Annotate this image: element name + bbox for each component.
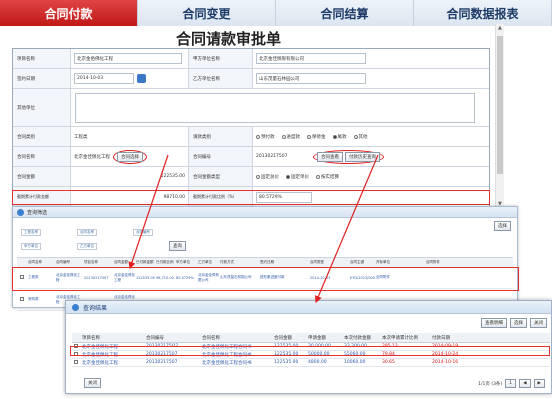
contract-name-value: 北京金佳佩化工程 (74, 154, 110, 160)
scroll-thumb[interactable] (497, 36, 503, 174)
select-button[interactable]: 选择 (510, 318, 527, 328)
scroll-up-icon[interactable]: ▲ (498, 25, 502, 31)
tab-contract-settlement[interactable]: 合同结算 (276, 0, 414, 26)
tab-contract-payment[interactable]: 合同付款 (0, 0, 138, 26)
party-a-label: 甲方单位名称 (189, 49, 253, 68)
form-row: 合同金额 122535.00 合同金额类型 固定总价 固定单价 按实结算 (13, 167, 489, 187)
dialog-title: 查询筛选 (27, 209, 48, 216)
form-row: 其他单位 (13, 89, 489, 127)
approval-form: 项目名称 北京金俗佛化工程 甲方单位名称 北京金佳佩限有限公司 签约日期 201… (12, 48, 490, 208)
party-b-label: 乙方单位名称 (189, 69, 253, 88)
select-contract-button[interactable]: 合同选择 (117, 151, 143, 162)
form-row: 签约日期 2014-10-03 乙方单位名称 山东茂量石林园公司 (13, 69, 489, 89)
view-contract-button[interactable]: 合同查看 (317, 151, 343, 162)
sign-date-label: 签约日期 (13, 69, 71, 88)
filter-party-a[interactable]: 甲方单位 (21, 242, 41, 250)
tab-contract-change[interactable]: 合同变更 (138, 0, 276, 26)
contract-name-label: 合同名称 (13, 147, 71, 166)
tab-contract-report[interactable]: 合同数据报表 (414, 0, 552, 26)
choose-button[interactable]: 选择 (494, 221, 511, 231)
contract-type-label: 合同类别 (13, 127, 71, 146)
pager-info: 1/1页 (3条) (478, 381, 503, 387)
radio-final[interactable]: 尾款 (332, 134, 347, 140)
filter-contract-no[interactable]: 合同编号 (133, 229, 153, 236)
highlight-selected-contract (12, 267, 519, 291)
radio-actual[interactable]: 按实结算 (316, 174, 339, 180)
filter-project-name[interactable]: 工程名称 (21, 229, 41, 236)
other-unit-label: 其他单位 (13, 89, 71, 126)
filter-party-b[interactable]: 乙方单位 (77, 242, 97, 250)
radio-warranty[interactable]: 保修金 (307, 134, 326, 140)
form-row: 项目名称 北京金俗佛化工程 甲方单位名称 北京金佳佩限有限公司 (13, 49, 489, 69)
close-button[interactable]: 关闭 (530, 318, 547, 328)
dialog-icon (17, 208, 24, 216)
table-row[interactable]: 北京金佳佩化工程 20130217507 北京金佳佩化工程合同书 122535.00 4… (72, 359, 550, 367)
dialog-title: 查询结果 (83, 304, 108, 312)
highlight-payment-row (70, 346, 550, 356)
contract-select-dialog: 查询筛选 选择 工程名称 合同名称 合同编号 甲方单位 乙方单位 查询 合同名称… (12, 206, 518, 311)
amount-type-label: 合同金额类型 (189, 167, 253, 186)
query-button[interactable]: 查询 (169, 241, 186, 251)
contract-type-value: 工程类 (74, 134, 88, 140)
radio-fixed-unit[interactable]: 固定单价 (286, 174, 309, 180)
filter-contract-name[interactable]: 合同名称 (77, 229, 97, 236)
calendar-icon[interactable] (137, 74, 146, 83)
party-a-field[interactable]: 北京金佳佩限有限公司 (256, 53, 366, 64)
amount-type-radios: 固定总价 固定单价 按实结算 (253, 167, 489, 186)
payment-history-button[interactable]: 付款历史查询 (345, 151, 380, 162)
contract-amount-label: 合同金额 (13, 167, 71, 186)
radio-fixed-total[interactable]: 固定总价 (256, 174, 279, 180)
project-name-field[interactable]: 北京金俗佛化工程 (74, 53, 182, 64)
contract-no-label: 合同编号 (189, 147, 253, 166)
dialog-toolbar: 查看明细 选择 关闭 (481, 318, 547, 328)
top-tabs: 合同付款 合同变更 合同结算 合同数据报表 (0, 0, 552, 26)
radio-other[interactable]: 其他 (353, 134, 368, 140)
page-input[interactable]: 1 (505, 379, 517, 388)
dialog-icon (72, 303, 79, 311)
next-page-button[interactable]: ▶ (533, 379, 545, 388)
pager: 1/1页 (3条) 1 ◀ ▶ (478, 379, 545, 388)
filter-row-2: 甲方单位 乙方单位 查询 (21, 241, 186, 251)
pay-type-radios: 预付款 进度款 保修金 尾款 其他 (253, 127, 489, 146)
contract-amount-value: 122535.00 (160, 174, 185, 179)
party-b-field[interactable]: 山东茂量石林园公司 (256, 73, 366, 84)
radio-progress[interactable]: 进度款 (281, 134, 300, 140)
view-detail-button[interactable]: 查看明细 (481, 318, 507, 328)
filter-row-1: 工程名称 合同名称 合同编号 (21, 229, 153, 236)
table-header: 项目名称 合同编号 合同名称 合同金额 申请金额 本次付款金额 本次申请累计比例 付款日期 (72, 333, 550, 343)
sign-date-field[interactable]: 2014-10-03 (74, 73, 134, 84)
table-header: 合同名称 合同编号 项目名称 合同金额 已付款金额 已付款比例 甲方单位 乙方单位 付款方式 签约… (17, 258, 513, 267)
footer-close-button[interactable]: 关闭 (84, 378, 101, 388)
contract-no-value: 20130217507 (256, 154, 288, 159)
other-unit-textarea[interactable] (75, 92, 475, 123)
pay-type-label: 请款类别 (189, 127, 253, 146)
prev-page-button[interactable]: ◀ (519, 379, 531, 388)
page-title: 合同请款审批单 (176, 30, 282, 48)
radio-prepay[interactable]: 预付款 (256, 134, 275, 140)
highlight-prev-paid (12, 190, 490, 205)
form-row: 合同类别 工程类 请款类别 预付款 进度款 保修金 尾款 其他 (13, 127, 489, 147)
project-name-label: 项目名称 (13, 49, 71, 68)
vertical-scrollbar[interactable]: ▲ ▼ (495, 24, 504, 208)
form-row: 合同名称 北京金佳佩化工程 合同选择 合同编号 20130217507 合同查看 付款… (13, 147, 489, 167)
